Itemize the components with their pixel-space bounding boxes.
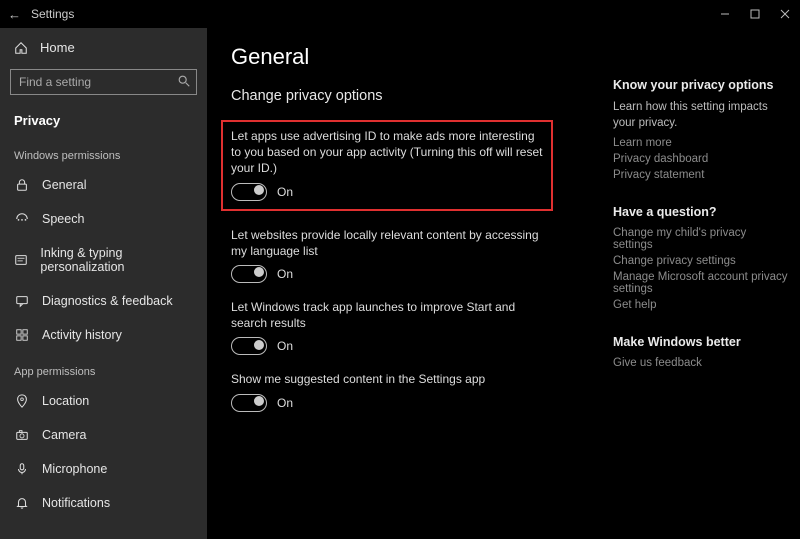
search-icon — [177, 74, 191, 88]
rail-heading: Have a question? — [613, 205, 788, 219]
link-give-feedback[interactable]: Give us feedback — [613, 357, 788, 369]
option-track-launches: Let Windows track app launches to improv… — [231, 299, 541, 355]
group-app-permissions: App permissions — [0, 352, 207, 384]
sidebar-item-general[interactable]: General — [0, 168, 207, 202]
location-icon — [14, 394, 30, 408]
option-advertising-id: Let apps use advertising ID to make ads … — [221, 120, 553, 211]
feedback-icon — [14, 294, 30, 308]
sidebar-item-label: Notifications — [42, 496, 110, 510]
home-label: Home — [40, 40, 75, 55]
history-icon — [14, 328, 30, 342]
sidebar-item-label: Camera — [42, 428, 86, 442]
link-get-help[interactable]: Get help — [613, 299, 788, 311]
sidebar-item-label: General — [42, 178, 86, 192]
sidebar-item-notifications[interactable]: Notifications — [0, 486, 207, 520]
camera-icon — [14, 428, 30, 442]
option-label: Let websites provide locally relevant co… — [231, 227, 541, 259]
close-button[interactable] — [770, 0, 800, 28]
sidebar-item-label: Activity history — [42, 328, 122, 342]
option-label: Show me suggested content in the Setting… — [231, 371, 541, 387]
link-manage-ms-privacy[interactable]: Manage Microsoft account privacy setting… — [613, 271, 788, 295]
sidebar-item-label: Location — [42, 394, 89, 408]
link-change-privacy[interactable]: Change privacy settings — [613, 255, 788, 267]
link-privacy-statement[interactable]: Privacy statement — [613, 169, 788, 181]
link-child-privacy[interactable]: Change my child's privacy settings — [613, 227, 788, 251]
toggle-state: On — [277, 339, 293, 353]
content-area: General Change privacy options Let apps … — [207, 28, 800, 539]
main-panel: General Change privacy options Let apps … — [207, 28, 613, 539]
sidebar-item-location[interactable]: Location — [0, 384, 207, 418]
sidebar-item-label: Microphone — [42, 462, 107, 476]
rail-desc: Learn how this setting impacts your priv… — [613, 100, 788, 131]
home-icon — [14, 41, 28, 55]
toggle-state: On — [277, 267, 293, 281]
settings-window: ← Settings Home Privacy Windows permissi… — [0, 0, 800, 539]
current-category: Privacy — [0, 105, 207, 136]
group-windows-permissions: Windows permissions — [0, 136, 207, 168]
home-nav[interactable]: Home — [0, 32, 207, 63]
minimize-button[interactable] — [710, 0, 740, 28]
sidebar-item-inking[interactable]: Inking & typing personalization — [0, 236, 207, 284]
option-label: Let apps use advertising ID to make ads … — [231, 128, 543, 177]
sidebar-item-label: Inking & typing personalization — [40, 246, 193, 274]
rail-heading: Make Windows better — [613, 335, 788, 349]
toggle-suggested-content[interactable] — [231, 394, 267, 412]
sidebar-item-label: Diagnostics & feedback — [42, 294, 173, 308]
page-title: General — [231, 44, 595, 70]
toggle-state: On — [277, 396, 293, 410]
sidebar-item-speech[interactable]: Speech — [0, 202, 207, 236]
window-title: Settings — [31, 7, 74, 21]
inking-icon — [14, 253, 28, 267]
back-button[interactable]: ← — [8, 7, 21, 22]
microphone-icon — [14, 462, 30, 476]
rail-have-question: Have a question? Change my child's priva… — [613, 205, 788, 311]
right-rail: Know your privacy options Learn how this… — [613, 28, 800, 539]
lock-icon — [14, 178, 30, 192]
link-privacy-dashboard[interactable]: Privacy dashboard — [613, 153, 788, 165]
sidebar-item-label: Speech — [42, 212, 84, 226]
option-language-list: Let websites provide locally relevant co… — [231, 227, 541, 283]
link-learn-more[interactable]: Learn more — [613, 137, 788, 149]
sidebar-item-activity-history[interactable]: Activity history — [0, 318, 207, 352]
bell-icon — [14, 496, 30, 510]
sidebar-item-camera[interactable]: Camera — [0, 418, 207, 452]
option-label: Let Windows track app launches to improv… — [231, 299, 541, 331]
sidebar-item-diagnostics[interactable]: Diagnostics & feedback — [0, 284, 207, 318]
titlebar: ← Settings — [0, 0, 800, 28]
rail-know-options: Know your privacy options Learn how this… — [613, 78, 788, 181]
search-input[interactable] — [10, 69, 197, 95]
option-suggested-content: Show me suggested content in the Setting… — [231, 371, 541, 411]
rail-make-better: Make Windows better Give us feedback — [613, 335, 788, 369]
sidebar-item-microphone[interactable]: Microphone — [0, 452, 207, 486]
toggle-track-launches[interactable] — [231, 337, 267, 355]
speech-icon — [14, 212, 30, 226]
section-header: Change privacy options — [231, 88, 595, 104]
toggle-advertising-id[interactable] — [231, 183, 267, 201]
sidebar: Home Privacy Windows permissions General… — [0, 28, 207, 539]
rail-heading: Know your privacy options — [613, 78, 788, 92]
toggle-language-list[interactable] — [231, 265, 267, 283]
toggle-state: On — [277, 185, 293, 199]
maximize-button[interactable] — [740, 0, 770, 28]
